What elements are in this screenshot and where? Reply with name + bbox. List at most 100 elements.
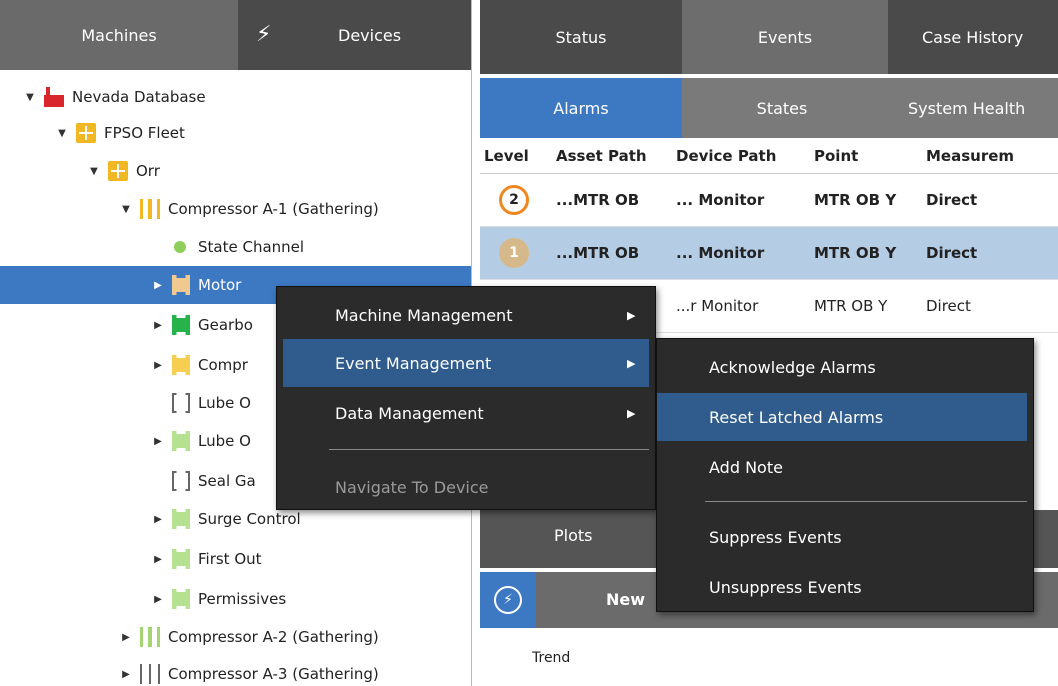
menu-item-navigate-to-device: Navigate To Device	[277, 463, 655, 511]
column-header-asset-path[interactable]: Asset Path	[548, 147, 668, 165]
gearbox-icon	[172, 315, 190, 335]
menu-item-add-note[interactable]: Add Note	[657, 443, 1033, 491]
component-light-icon	[172, 549, 190, 569]
menu-item-reset-latched-alarms[interactable]: Reset Latched Alarms	[657, 393, 1027, 441]
tree-item-label: Compressor A-1 (Gathering)	[168, 200, 379, 218]
menu-item-label: Machine Management	[335, 305, 513, 325]
motor-icon	[172, 275, 190, 295]
tab-states-label: States	[756, 98, 808, 118]
measurement-cell: Direct	[926, 297, 971, 315]
tab-machines-label: Machines	[81, 25, 157, 45]
machine-train-green-icon	[140, 627, 160, 647]
submenu-arrow-icon: ▶	[627, 308, 636, 322]
expand-caret-icon[interactable]: ▶	[118, 632, 134, 643]
tab-alarms[interactable]: Alarms	[480, 78, 682, 138]
expand-caret-icon[interactable]: ▶	[150, 514, 166, 525]
machine-train-icon	[140, 199, 160, 219]
plug-icon: ⚡	[256, 22, 272, 47]
menu-item-data-management[interactable]: Data Management ▶	[277, 389, 655, 437]
tab-status[interactable]: Status	[480, 0, 682, 74]
menu-separator	[329, 449, 649, 450]
expand-caret-icon[interactable]: ▶	[150, 594, 166, 605]
compressor-icon	[172, 355, 190, 375]
expand-caret-icon[interactable]: ▼	[86, 166, 102, 177]
column-header-point[interactable]: Point	[806, 147, 918, 165]
tab-events-label: Events	[757, 27, 813, 47]
measurement-cell: Direct	[926, 244, 978, 262]
menu-item-label: Navigate To Device	[335, 477, 489, 497]
tree-item-nevada-database[interactable]: ▼ Nevada Database	[0, 78, 471, 116]
point-cell: MTR OB Y	[814, 191, 897, 209]
event-sub-tab-bar: Alarms States System Health	[480, 78, 1058, 138]
tree-item-label: Lube O	[198, 394, 251, 412]
tree-item-orr[interactable]: ▼ Orr	[0, 152, 471, 190]
lightning-button[interactable]: ⚡	[480, 572, 536, 628]
asset-path-cell: ...MTR OB	[556, 191, 640, 209]
lightning-icon: ⚡	[494, 586, 522, 614]
tree-item-permissives[interactable]: ▶ Permissives	[0, 580, 471, 618]
table-row[interactable]: 1 ...MTR OB ... Monitor MTR OB Y Direct	[480, 227, 1058, 280]
left-tab-bar: Machines ⚡ Devices	[0, 0, 471, 70]
menu-item-suppress-events[interactable]: Suppress Events	[657, 513, 1033, 561]
folder-grid-icon	[108, 161, 128, 181]
tree-item-label: Compr	[198, 356, 248, 374]
tab-alarms-label: Alarms	[553, 98, 609, 118]
menu-item-label: Suppress Events	[709, 527, 842, 547]
tab-machines[interactable]: Machines	[0, 0, 238, 70]
trend-label[interactable]: Trend	[532, 650, 570, 666]
expand-caret-icon[interactable]: ▶	[150, 554, 166, 565]
tree-item-compressor-a1[interactable]: ▼ Compressor A-1 (Gathering)	[0, 190, 471, 228]
expand-caret-icon[interactable]: ▼	[22, 92, 38, 103]
tab-states[interactable]: States	[682, 78, 882, 138]
expand-caret-icon[interactable]: ▶	[150, 436, 166, 447]
expand-caret-icon[interactable]: ▶	[150, 360, 166, 371]
menu-item-label: Event Management	[335, 353, 492, 373]
tab-system-health[interactable]: System Health	[882, 78, 1058, 138]
expand-caret-icon[interactable]: ▶	[118, 669, 134, 680]
tree-item-label: Motor	[198, 276, 242, 294]
menu-item-acknowledge-alarms[interactable]: Acknowledge Alarms	[657, 343, 1033, 391]
tab-plots[interactable]: Plots	[554, 526, 593, 545]
tab-devices[interactable]: ⚡ Devices	[238, 0, 471, 70]
tree-item-compressor-a2[interactable]: ▶ Compressor A-2 (Gathering)	[0, 618, 471, 656]
status-dot-icon	[174, 241, 186, 253]
tree-item-label: Lube O	[198, 432, 251, 450]
column-header-measurement[interactable]: Measurem	[918, 147, 1058, 165]
table-row[interactable]: 2 ...MTR OB ... Monitor MTR OB Y Direct	[480, 174, 1058, 227]
context-menu: Machine Management ▶ Event Management ▶ …	[276, 286, 656, 510]
menu-separator	[705, 501, 1027, 502]
grid-header-row: Level Asset Path Device Path Point Measu…	[480, 138, 1058, 174]
tree-item-label: Nevada Database	[72, 88, 206, 106]
tree-item-label: Orr	[136, 162, 160, 180]
component-light-icon	[172, 589, 190, 609]
tree-item-label: Compressor A-3 (Gathering)	[168, 665, 379, 683]
expand-caret-icon[interactable]: ▼	[118, 204, 134, 215]
menu-item-event-management[interactable]: Event Management ▶	[283, 339, 649, 387]
expand-caret-icon[interactable]: ▶	[150, 280, 166, 291]
tab-case-history-label: Case History	[922, 27, 1024, 47]
expand-caret-icon[interactable]: ▶	[150, 320, 166, 331]
tree-item-state-channel[interactable]: State Channel	[0, 228, 471, 266]
menu-item-label: Unsuppress Events	[709, 577, 862, 597]
menu-item-label: Reset Latched Alarms	[709, 407, 884, 427]
tree-item-label: First Out	[198, 550, 262, 568]
component-light-icon	[172, 431, 190, 451]
asset-path-cell: ...MTR OB	[556, 244, 640, 262]
expand-caret-icon[interactable]: ▼	[54, 128, 70, 139]
tree-item-first-out[interactable]: ▶ First Out	[0, 540, 471, 578]
alarm-level-badge: 2	[499, 185, 529, 215]
column-header-level[interactable]: Level	[480, 147, 548, 165]
menu-item-machine-management[interactable]: Machine Management ▶	[277, 291, 655, 339]
tab-events[interactable]: Events	[682, 0, 888, 74]
tree-item-label: State Channel	[198, 238, 305, 256]
event-management-submenu: Acknowledge Alarms Reset Latched Alarms …	[656, 338, 1034, 612]
tree-item-fpso-fleet[interactable]: ▼ FPSO Fleet	[0, 114, 471, 152]
measurement-cell: Direct	[926, 191, 978, 209]
point-cell: MTR OB Y	[814, 244, 897, 262]
column-header-device-path[interactable]: Device Path	[668, 147, 806, 165]
tree-item-label: Permissives	[198, 590, 287, 608]
tree-item-compressor-a3[interactable]: ▶ Compressor A-3 (Gathering)	[0, 655, 471, 686]
new-label[interactable]: New	[606, 590, 645, 609]
menu-item-unsuppress-events[interactable]: Unsuppress Events	[657, 563, 1033, 611]
tab-case-history[interactable]: Case History	[888, 0, 1058, 74]
